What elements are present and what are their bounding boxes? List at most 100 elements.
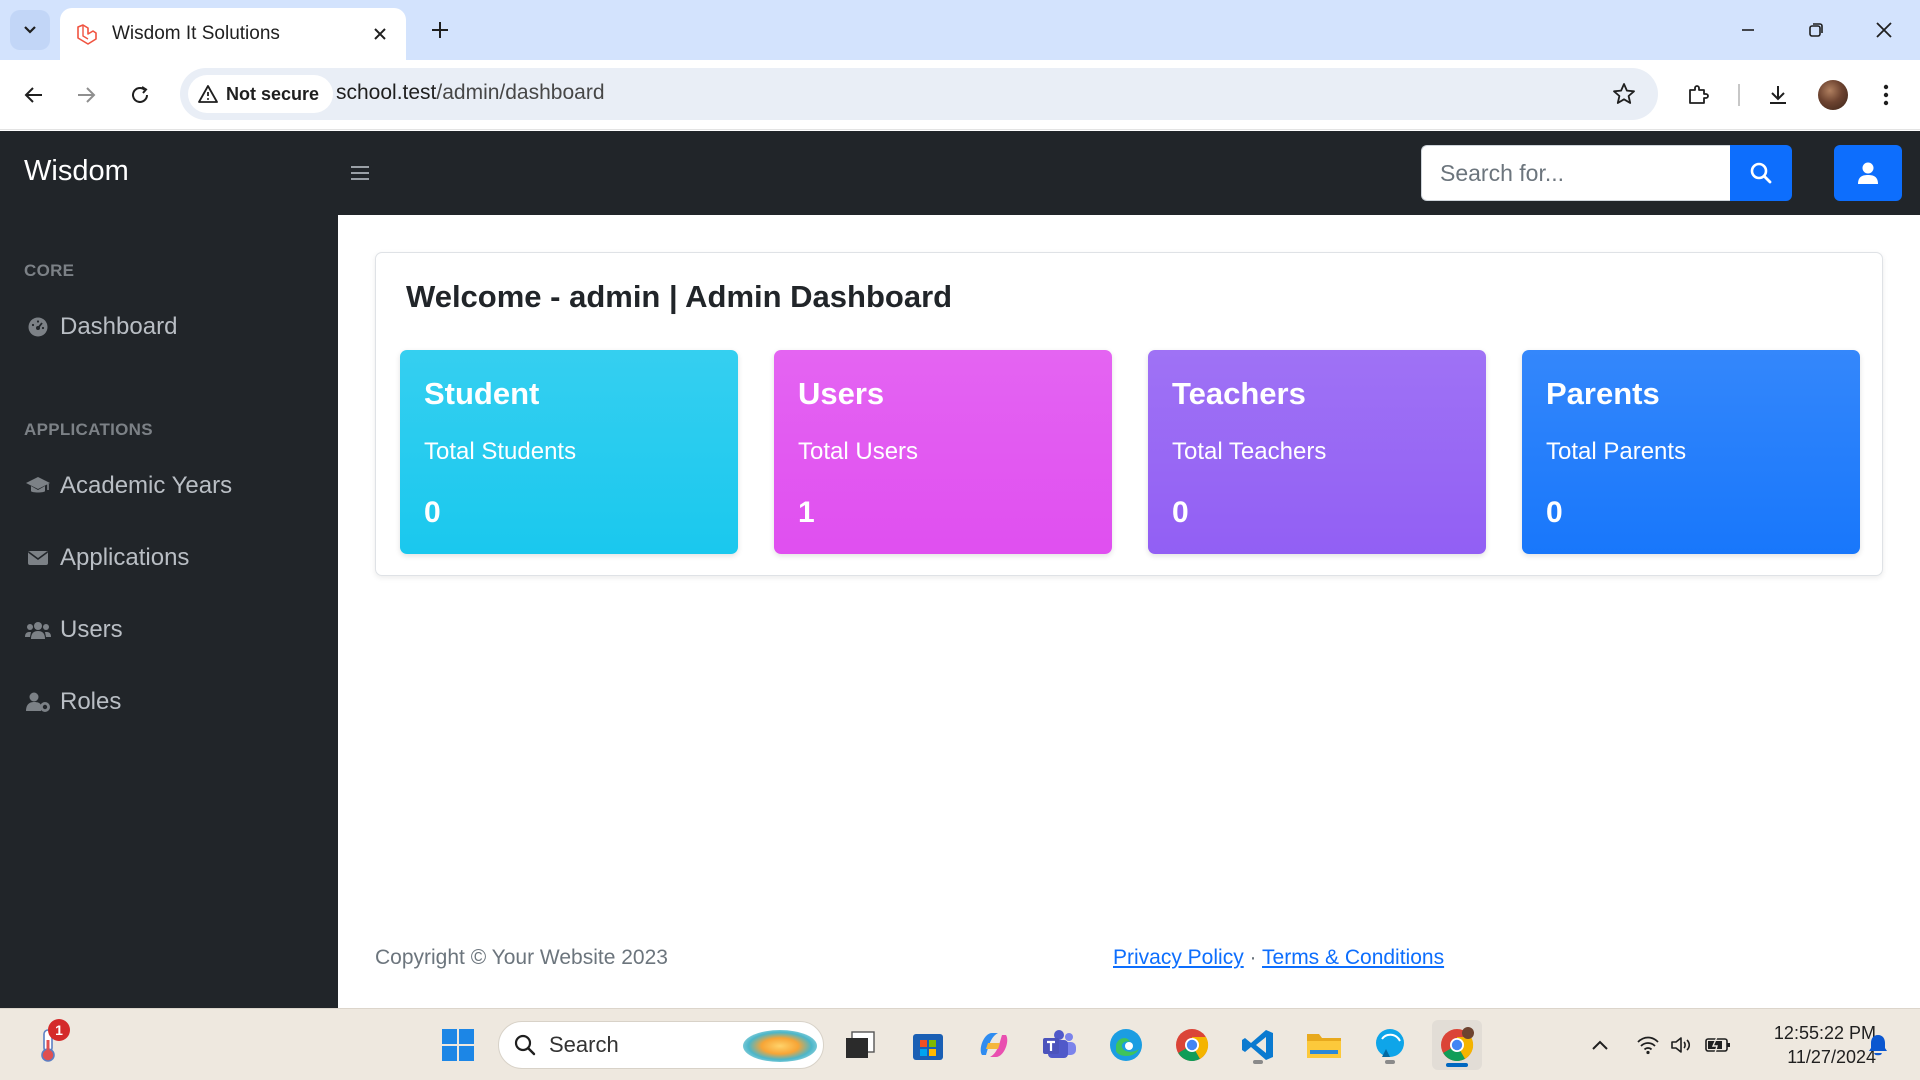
windows-taskbar: 1 Search 12:55:22 PM 11/27/2024 [0,1008,1920,1080]
restore-button[interactable] [1800,14,1832,46]
user-icon [1858,162,1878,184]
chrome-app[interactable] [1170,1023,1214,1067]
plus-icon [432,22,448,38]
battery-status[interactable] [1696,1023,1740,1067]
hamburger-icon [351,166,369,180]
stat-value: 0 [1172,496,1189,529]
reload-icon [132,86,148,103]
search-input[interactable] [1421,145,1730,201]
sidebar-item-dashboard[interactable]: Dashboard [24,307,177,347]
running-indicator [1253,1060,1263,1064]
sidebar-item-label: Roles [60,688,122,715]
footer-links: Privacy Policy · Terms & Conditions [1113,946,1444,970]
close-icon [1876,22,1892,38]
tab-search-button[interactable] [10,10,50,50]
terms-link[interactable]: Terms & Conditions [1262,946,1444,969]
downloads-button[interactable] [1760,77,1796,113]
sidebar-heading-applications: APPLICATIONS [24,420,153,439]
stat-value: 0 [1546,496,1563,529]
url-text[interactable]: school.test/admin/dashboard [336,81,605,105]
bell-icon [1869,1035,1887,1056]
web-app: Wisdom CORE Dashboard APPLICATIONS Ac [0,131,1920,1008]
teams-app[interactable] [1038,1023,1082,1067]
reload-button[interactable] [122,77,158,113]
sidebar-item-academic-years[interactable]: Academic Years [24,466,232,506]
tab-close-icon[interactable] [368,22,392,46]
url-path: /admin/dashboard [436,81,605,104]
mysql-workbench-app[interactable] [1368,1023,1412,1067]
close-window-button[interactable] [1868,14,1900,46]
privacy-policy-link[interactable]: Privacy Policy [1113,946,1244,969]
new-tab-button[interactable] [424,14,456,46]
minimize-icon [1742,29,1754,31]
active-indicator [1446,1063,1468,1067]
bookmark-star-icon[interactable] [1610,80,1638,108]
sidebar-item-label: Users [60,616,123,643]
stat-card-users[interactable]: Users Total Users 1 [774,350,1112,554]
stat-subtitle: Total Teachers [1172,438,1327,465]
stat-card-teachers[interactable]: Teachers Total Teachers 0 [1148,350,1486,554]
dashboard-card: Welcome - admin | Admin Dashboard Studen… [375,252,1883,576]
extensions-button[interactable] [1680,77,1716,113]
wifi-icon [1637,1036,1659,1055]
restore-icon [1809,23,1823,37]
sidebar-item-roles[interactable]: Roles [24,682,121,722]
microsoft-store-app[interactable] [906,1023,950,1067]
browser-menu-button[interactable] [1868,77,1904,113]
taskbar-search[interactable]: Search [498,1021,824,1069]
browser-tabstrip: Wisdom It Solutions [0,0,1920,60]
stat-card-parents[interactable]: Parents Total Parents 0 [1522,350,1860,554]
edge-app[interactable] [1104,1023,1148,1067]
stat-card-student[interactable]: Student Total Students 0 [400,350,738,554]
stat-subtitle: Total Users [798,438,919,465]
task-view-button[interactable] [838,1023,882,1067]
speaker-icon [1671,1037,1691,1053]
chevron-down-icon [24,26,36,34]
address-bar[interactable]: Not secure school.test/admin/dashboard [180,68,1658,120]
show-hidden-icons-button[interactable] [1578,1023,1622,1067]
user-role-icon [24,688,52,716]
search-icon [514,1034,536,1056]
chevron-up-icon [1592,1040,1608,1050]
copilot-app[interactable] [972,1023,1016,1067]
security-chip[interactable]: Not secure [188,75,334,113]
envelope-icon [24,544,52,572]
notifications-button[interactable] [1856,1023,1900,1067]
warning-triangle-icon [198,85,218,103]
top-navbar: Wisdom [0,131,1920,215]
user-menu-button[interactable] [1834,145,1902,201]
profile-avatar[interactable] [1818,80,1848,110]
back-button[interactable] [16,77,52,113]
chrome-profile-app-active[interactable] [1432,1020,1482,1070]
main-content: Welcome - admin | Admin Dashboard Studen… [338,215,1920,1008]
minimize-button[interactable] [1732,14,1764,46]
browser-tab-active[interactable]: Wisdom It Solutions [60,8,406,60]
copyright-text: Copyright © Your Website 2023 [375,946,668,969]
teams-icon [1043,1030,1076,1058]
stat-title: Users [798,376,885,411]
edge-icon [1110,1029,1142,1061]
dashboard-gauge-icon [24,313,52,341]
footer-separator: · [1249,946,1257,969]
brand-logo[interactable]: Wisdom [24,155,129,188]
sidebar-toggle-button[interactable] [346,159,374,187]
sidebar: CORE Dashboard APPLICATIONS Academic Yea… [0,215,338,1008]
search-button[interactable] [1730,145,1792,201]
laravel-favicon-icon [74,22,98,46]
file-explorer-app[interactable] [1302,1023,1346,1067]
forward-button[interactable] [68,77,104,113]
sidebar-item-users[interactable]: Users [24,610,123,650]
search-highlight-art [743,1030,817,1062]
toolbar-divider [1738,84,1740,106]
chrome-icon [1176,1029,1209,1062]
arrow-right-icon [78,87,96,103]
windows-logo-icon [442,1029,474,1061]
vscode-app[interactable] [1236,1023,1280,1067]
start-button[interactable] [436,1023,480,1067]
sidebar-item-applications[interactable]: Applications [24,538,189,578]
running-indicator [1385,1060,1395,1064]
task-view-icon [846,1031,875,1058]
weather-alert-badge: 1 [48,1019,70,1041]
search-icon [1750,162,1772,184]
security-label: Not secure [226,83,320,104]
